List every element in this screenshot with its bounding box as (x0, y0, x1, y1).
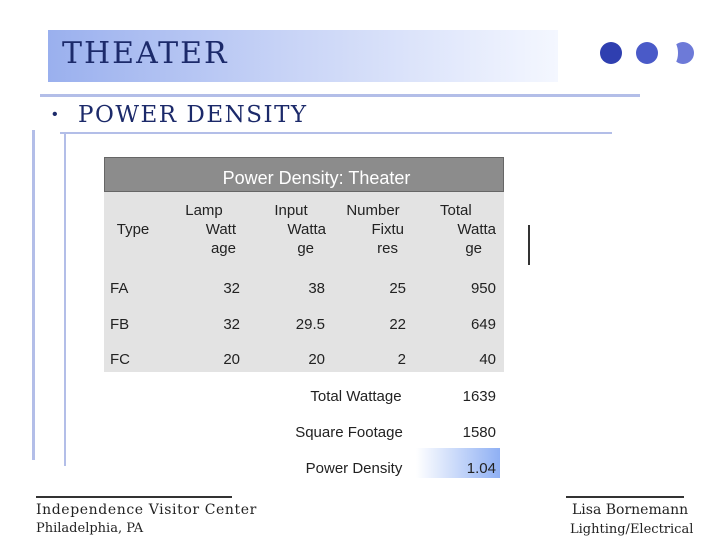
column-header-line: Input (274, 202, 308, 219)
table-cell-lamp-wattage: 32 (223, 280, 240, 297)
table-cell-fixtures: 22 (389, 316, 406, 333)
table-cell-type: FB (110, 316, 130, 333)
column-header-line: Total (440, 202, 472, 219)
column-header-number-fixtures: Number Fixtu res (340, 201, 406, 258)
table-cell-type: FC (110, 351, 130, 368)
footer-venue: Independence Visitor Center (36, 502, 257, 518)
divider-top (40, 94, 640, 97)
decorative-dot-icon (636, 42, 658, 64)
footer-author: Lisa Bornemann (572, 502, 689, 518)
column-header-line: Fixtu (371, 221, 404, 238)
table-cell-fixtures: 25 (389, 280, 406, 297)
table-cell-type: FA (110, 280, 129, 297)
column-header-line: ge (297, 240, 314, 257)
column-header-line: Watta (287, 221, 326, 238)
decorative-dot-mask (664, 40, 678, 66)
table-cell-lamp-wattage: 32 (223, 316, 240, 333)
footer-discipline: Lighting/Electrical (570, 522, 694, 537)
slide-title: THEATER (62, 36, 229, 71)
divider-inner (64, 134, 66, 466)
column-header-line: Watt (205, 221, 236, 238)
table-cell-input-wattage: 29.5 (295, 316, 325, 333)
column-header-line: Number (346, 202, 400, 219)
summary-value-square-footage: 1580 (462, 424, 496, 441)
summary-value-total-wattage: 1639 (462, 388, 496, 405)
summary-label-square-footage: Square Footage (295, 424, 403, 441)
column-header-line: ge (465, 240, 482, 257)
table-cell-total-wattage: 40 (479, 351, 496, 368)
table-edge-marker (528, 225, 530, 265)
footer-location: Philadelphia, PA (36, 521, 144, 536)
column-header-lamp-wattage: Lamp Watt age (178, 201, 236, 258)
table-cell-input-wattage: 38 (308, 280, 325, 297)
summary-value-power-density: 1.04 (466, 460, 496, 477)
table-cell-lamp-wattage: 20 (223, 351, 240, 368)
table-cell-total-wattage: 649 (470, 316, 496, 333)
column-header-line: Type (116, 221, 150, 238)
footer-divider-right (566, 496, 684, 498)
divider-left (32, 130, 35, 460)
table-cell-total-wattage: 950 (470, 280, 496, 297)
column-header-line: age (210, 240, 236, 257)
decorative-dot-icon (600, 42, 622, 64)
column-header-line: Lamp (185, 202, 223, 219)
summary-label-power-density: Power Density (305, 460, 403, 477)
column-header-line: res (377, 240, 398, 257)
table-cell-input-wattage: 20 (308, 351, 325, 368)
table-title: Power Density: Theater (222, 168, 411, 188)
column-header-input-wattage: Input Watta ge (264, 201, 326, 258)
footer-divider-left (36, 496, 232, 498)
summary-label-total-wattage: Total Wattage (310, 388, 402, 405)
divider-mid (60, 132, 612, 134)
column-header-line: Watta (457, 221, 496, 238)
column-header-type: Type (108, 220, 158, 239)
slide-subtitle: POWER DENSITY (78, 102, 308, 128)
table-cell-fixtures: 2 (397, 351, 406, 368)
column-header-total-wattage: Total Watta ge (434, 201, 496, 258)
bullet-icon: • (52, 106, 58, 123)
